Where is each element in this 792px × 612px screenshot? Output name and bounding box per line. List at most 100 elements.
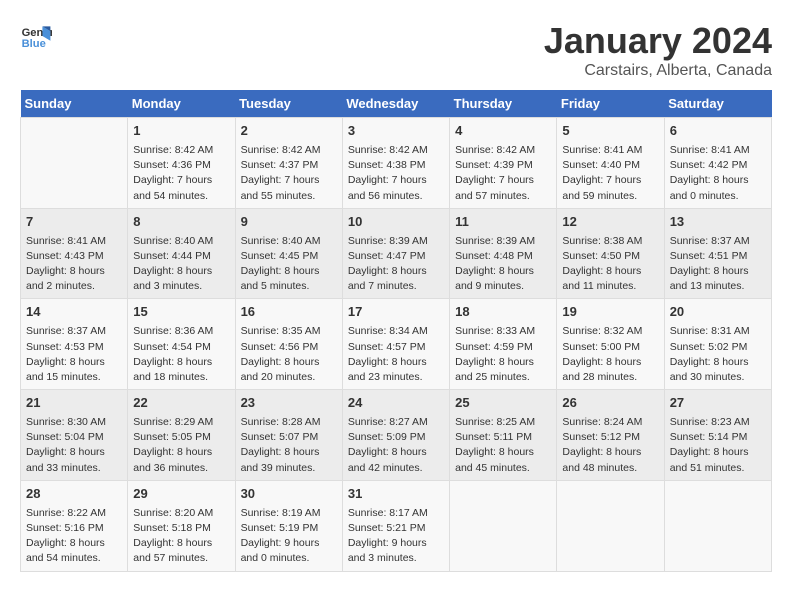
calendar-cell: 30Sunrise: 8:19 AM Sunset: 5:19 PM Dayli… [235,480,342,571]
col-thursday: Thursday [450,90,557,118]
day-info: Sunrise: 8:39 AM Sunset: 4:48 PM Dayligh… [455,234,551,295]
calendar-cell: 4 Sunrise: 8:42 AM Sunset: 4:39 PM Daylig… [450,118,557,209]
day-info: Sunrise: 8:41 AM Sunset: 4:40 PM Dayligh… [562,143,658,204]
day-info: Sunrise: 8:17 AM Sunset: 5:21 PM Dayligh… [348,506,444,567]
day-info: Sunrise: 8:40 AM Sunset: 4:44 PM Dayligh… [133,234,229,295]
day-number: 25 [455,394,551,413]
calendar-cell: 27 Sunrise: 8:23 AM Sunset: 5:14 PM Dayli… [664,390,771,481]
day-info: Sunrise: 8:34 AM Sunset: 4:57 PM Dayligh… [348,324,444,385]
day-number: 7 [26,213,122,232]
calendar-cell: 18Sunrise: 8:33 AM Sunset: 4:59 PM Dayli… [450,299,557,390]
calendar-cell: 23 Sunrise: 8:28 AM Sunset: 5:07 PM Dayli… [235,390,342,481]
day-info: Sunrise: 8:29 AM Sunset: 5:05 PM Dayligh… [133,415,229,476]
day-info: Sunrise: 8:24 AM Sunset: 5:12 PM Dayligh… [562,415,658,476]
day-info: Sunrise: 8:25 AM Sunset: 5:11 PM Dayligh… [455,415,551,476]
calendar-cell: 2 Sunrise: 8:42 AM Sunset: 4:37 PM Daylig… [235,118,342,209]
calendar-cell: 7 Sunrise: 8:41 AM Sunset: 4:43 PM Daylig… [21,208,128,299]
day-info: Sunrise: 8:36 AM Sunset: 4:54 PM Dayligh… [133,324,229,385]
calendar-cell: 29 Sunrise: 8:20 AM Sunset: 5:18 PM Dayli… [128,480,235,571]
day-number: 30 [241,485,337,504]
day-number: 20 [670,303,766,322]
calendar-cell: 26 Sunrise: 8:24 AM Sunset: 5:12 PM Dayli… [557,390,664,481]
day-number: 4 [455,122,551,141]
calendar-cell: 11 Sunrise: 8:39 AM Sunset: 4:48 PM Dayli… [450,208,557,299]
calendar-cell: 3 Sunrise: 8:42 AM Sunset: 4:38 PM Daylig… [342,118,449,209]
col-wednesday: Wednesday [342,90,449,118]
day-number: 17 [348,303,444,322]
calendar-cell: 5 Sunrise: 8:41 AM Sunset: 4:40 PM Daylig… [557,118,664,209]
day-number: 31 [348,485,444,504]
day-number: 11 [455,213,551,232]
calendar-cell: 1 Sunrise: 8:42 AM Sunset: 4:36 PM Daylig… [128,118,235,209]
calendar-cell: 25 Sunrise: 8:25 AM Sunset: 5:11 PM Dayli… [450,390,557,481]
day-number: 23 [241,394,337,413]
day-number: 21 [26,394,122,413]
day-number: 29 [133,485,229,504]
calendar-row-1: 7 Sunrise: 8:41 AM Sunset: 4:43 PM Daylig… [21,208,772,299]
header-row: Sunday Monday Tuesday Wednesday Thursday… [21,90,772,118]
calendar-row-3: 21Sunrise: 8:30 AM Sunset: 5:04 PM Dayli… [21,390,772,481]
day-number: 2 [241,122,337,141]
calendar-cell: 31 Sunrise: 8:17 AM Sunset: 5:21 PM Dayli… [342,480,449,571]
col-tuesday: Tuesday [235,90,342,118]
day-number: 24 [348,394,444,413]
day-info: Sunrise: 8:28 AM Sunset: 5:07 PM Dayligh… [241,415,337,476]
day-number: 3 [348,122,444,141]
day-info: Sunrise: 8:40 AM Sunset: 4:45 PM Dayligh… [241,234,337,295]
calendar-cell: 19 Sunrise: 8:32 AM Sunset: 5:00 PM Dayli… [557,299,664,390]
day-number: 15 [133,303,229,322]
day-number: 9 [241,213,337,232]
title-area: January 2024 Carstairs, Alberta, Canada [544,20,772,80]
day-info: Sunrise: 8:27 AM Sunset: 5:09 PM Dayligh… [348,415,444,476]
day-number: 5 [562,122,658,141]
day-number: 13 [670,213,766,232]
day-number: 26 [562,394,658,413]
calendar-cell: 6 Sunrise: 8:41 AM Sunset: 4:42 PM Daylig… [664,118,771,209]
calendar-row-2: 14 Sunrise: 8:37 AM Sunset: 4:53 PM Dayli… [21,299,772,390]
col-sunday: Sunday [21,90,128,118]
calendar-cell: 22 Sunrise: 8:29 AM Sunset: 5:05 PM Dayli… [128,390,235,481]
logo-icon: General Blue [20,20,52,52]
day-number: 16 [241,303,337,322]
logo: General Blue [20,20,52,52]
calendar-subtitle: Carstairs, Alberta, Canada [544,62,772,80]
page-header: General Blue January 2024 Carstairs, Alb… [20,20,772,80]
calendar-table: Sunday Monday Tuesday Wednesday Thursday… [20,90,772,572]
day-number: 10 [348,213,444,232]
day-info: Sunrise: 8:31 AM Sunset: 5:02 PM Dayligh… [670,324,766,385]
calendar-cell [557,480,664,571]
calendar-row-4: 28Sunrise: 8:22 AM Sunset: 5:16 PM Dayli… [21,480,772,571]
col-saturday: Saturday [664,90,771,118]
day-number: 8 [133,213,229,232]
svg-text:Blue: Blue [22,38,46,50]
calendar-cell [450,480,557,571]
day-number: 1 [133,122,229,141]
calendar-cell: 13Sunrise: 8:37 AM Sunset: 4:51 PM Dayli… [664,208,771,299]
calendar-cell: 16Sunrise: 8:35 AM Sunset: 4:56 PM Dayli… [235,299,342,390]
day-number: 27 [670,394,766,413]
day-info: Sunrise: 8:41 AM Sunset: 4:43 PM Dayligh… [26,234,122,295]
day-info: Sunrise: 8:22 AM Sunset: 5:16 PM Dayligh… [26,506,122,567]
calendar-cell: 28Sunrise: 8:22 AM Sunset: 5:16 PM Dayli… [21,480,128,571]
calendar-cell [21,118,128,209]
day-info: Sunrise: 8:41 AM Sunset: 4:42 PM Dayligh… [670,143,766,204]
calendar-cell: 12Sunrise: 8:38 AM Sunset: 4:50 PM Dayli… [557,208,664,299]
day-info: Sunrise: 8:42 AM Sunset: 4:36 PM Dayligh… [133,143,229,204]
day-info: Sunrise: 8:37 AM Sunset: 4:53 PM Dayligh… [26,324,122,385]
day-info: Sunrise: 8:42 AM Sunset: 4:38 PM Dayligh… [348,143,444,204]
day-number: 18 [455,303,551,322]
day-number: 19 [562,303,658,322]
day-info: Sunrise: 8:23 AM Sunset: 5:14 PM Dayligh… [670,415,766,476]
calendar-cell [664,480,771,571]
day-info: Sunrise: 8:42 AM Sunset: 4:39 PM Dayligh… [455,143,551,204]
day-number: 22 [133,394,229,413]
day-info: Sunrise: 8:42 AM Sunset: 4:37 PM Dayligh… [241,143,337,204]
day-number: 14 [26,303,122,322]
day-info: Sunrise: 8:32 AM Sunset: 5:00 PM Dayligh… [562,324,658,385]
calendar-cell: 20 Sunrise: 8:31 AM Sunset: 5:02 PM Dayli… [664,299,771,390]
day-info: Sunrise: 8:20 AM Sunset: 5:18 PM Dayligh… [133,506,229,567]
day-number: 6 [670,122,766,141]
calendar-cell: 24 Sunrise: 8:27 AM Sunset: 5:09 PM Dayli… [342,390,449,481]
calendar-cell: 9 Sunrise: 8:40 AM Sunset: 4:45 PM Daylig… [235,208,342,299]
calendar-cell: 17 Sunrise: 8:34 AM Sunset: 4:57 PM Dayli… [342,299,449,390]
